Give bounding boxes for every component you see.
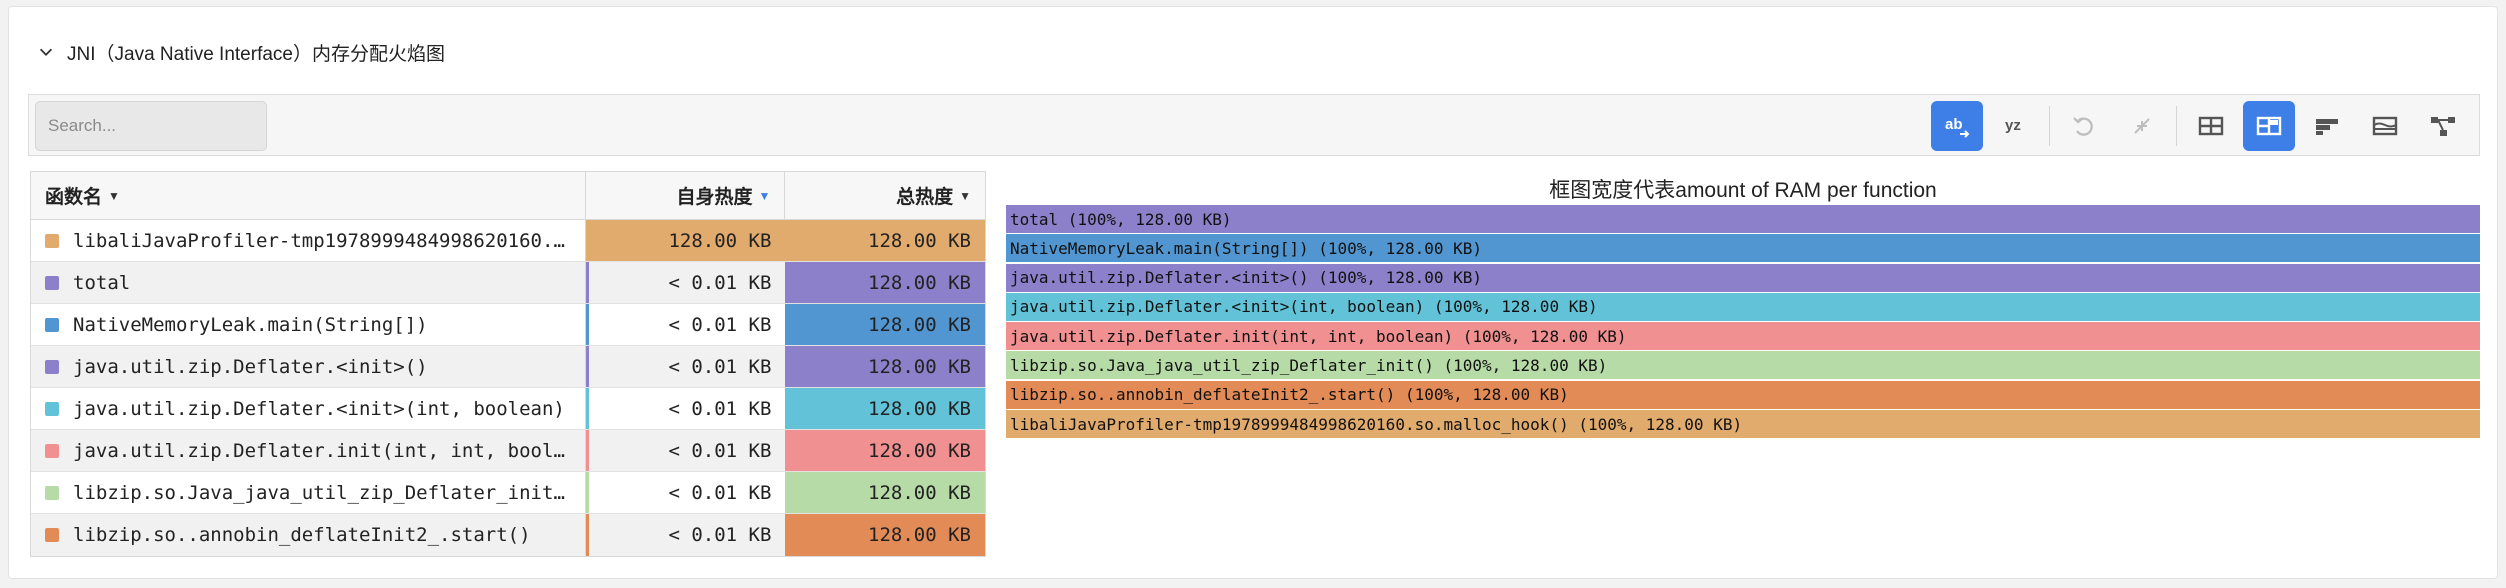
total-heat-cell: 128.00 KB bbox=[785, 388, 985, 429]
function-name-cell: java.util.zip.Deflater.<init>(int, boole… bbox=[31, 388, 586, 429]
flame-frame[interactable]: libaliJavaProfiler-tmp197899948499862016… bbox=[1006, 410, 2480, 439]
svg-text:ab: ab bbox=[1945, 116, 1963, 133]
table-view-button[interactable] bbox=[2185, 101, 2237, 151]
column-header-name-label: 函数名 bbox=[45, 187, 103, 208]
compress-button[interactable] bbox=[2116, 101, 2168, 151]
total-heat-cell: 128.00 KB bbox=[785, 430, 985, 471]
flame-graph: total (100%, 128.00 KB) NativeMemoryLeak.… bbox=[1006, 205, 2480, 439]
flame-graph-title: 框图宽度代表amount of RAM per function bbox=[1549, 179, 1937, 202]
color-swatch bbox=[45, 275, 59, 290]
table-header: 函数名 ▼ 自身热度 ▼ 总热度 ▼ bbox=[31, 172, 985, 220]
color-swatch bbox=[45, 317, 59, 332]
toolbar: ab yz bbox=[28, 94, 2480, 156]
undo-button[interactable] bbox=[2058, 101, 2110, 151]
table-body: libaliJavaProfiler-tmp197899948499862016… bbox=[31, 220, 985, 556]
table-row[interactable]: java.util.zip.Deflater.<init>() < 0.01 KB… bbox=[31, 346, 985, 388]
chevron-down-icon[interactable] bbox=[35, 41, 57, 63]
color-swatch bbox=[45, 359, 59, 374]
function-name: java.util.zip.Deflater.<init>(int, boole… bbox=[73, 397, 565, 420]
table-row[interactable]: java.util.zip.Deflater.init(int, int, bo… bbox=[31, 430, 985, 472]
function-name: libzip.so.Java_java_util_zip_Deflater_in… bbox=[73, 481, 573, 504]
function-name: NativeMemoryLeak.main(String[]) bbox=[73, 313, 428, 336]
table-row[interactable]: NativeMemoryLeak.main(String[]) < 0.01 KB… bbox=[31, 304, 985, 346]
function-name: java.util.zip.Deflater.<init>() bbox=[73, 355, 428, 378]
self-heat-cell: < 0.01 KB bbox=[585, 262, 786, 303]
self-heat-cell: 128.00 KB bbox=[585, 220, 786, 261]
compress-icon bbox=[2134, 118, 2150, 134]
flame-frame[interactable]: java.util.zip.Deflater.<init>(int, boole… bbox=[1006, 292, 2480, 321]
function-name-cell: NativeMemoryLeak.main(String[]) bbox=[31, 304, 586, 345]
total-heat-cell: 128.00 KB bbox=[785, 514, 985, 556]
self-heat-cell: < 0.01 KB bbox=[585, 346, 786, 387]
flame-frame[interactable]: java.util.zip.Deflater.init(int, int, bo… bbox=[1006, 322, 2480, 351]
flame-frame[interactable]: libzip.so.Java_java_util_zip_Deflater_in… bbox=[1006, 351, 2480, 380]
function-name-cell: libaliJavaProfiler-tmp197899948499862016… bbox=[31, 220, 586, 261]
flame-frame[interactable]: libzip.so..annobin_deflateInit2_.start()… bbox=[1006, 380, 2480, 409]
sort-caret-icon: ▼ bbox=[108, 188, 120, 203]
flame-frame[interactable]: java.util.zip.Deflater.<init>() (100%, 1… bbox=[1006, 263, 2480, 292]
sort-caret-icon: ▼ bbox=[959, 188, 971, 203]
call-tree-icon bbox=[2431, 117, 2455, 136]
function-name-cell: libzip.so.Java_java_util_zip_Deflater_in… bbox=[31, 472, 586, 513]
total-heat-cell: 128.00 KB bbox=[785, 346, 985, 387]
self-heat-cell: < 0.01 KB bbox=[585, 388, 786, 429]
section-header[interactable]: JNI（Java Native Interface）内存分配火焰图 bbox=[35, 37, 445, 67]
self-heat-cell: < 0.01 KB bbox=[585, 472, 786, 513]
self-heat-cell: < 0.01 KB bbox=[585, 304, 786, 345]
column-header-self[interactable]: 自身热度 ▼ bbox=[586, 172, 786, 219]
color-swatch bbox=[45, 528, 59, 542]
table-flame-view-button[interactable] bbox=[2243, 101, 2295, 151]
function-name-cell: java.util.zip.Deflater.<init>() bbox=[31, 346, 586, 387]
functions-table: 函数名 ▼ 自身热度 ▼ 总热度 ▼ libaliJavaProfiler-tmp19… bbox=[30, 171, 986, 557]
ab-icon: ab bbox=[1945, 116, 1970, 138]
yz-button[interactable]: yz bbox=[1989, 101, 2041, 151]
yz-icon: yz bbox=[2005, 117, 2021, 134]
sandwich-icon bbox=[2372, 116, 2398, 136]
table-view-icon bbox=[2198, 116, 2224, 136]
svg-text:yz: yz bbox=[2005, 117, 2021, 134]
flame-graph-icon bbox=[2316, 119, 2338, 135]
call-tree-button[interactable] bbox=[2417, 101, 2469, 151]
function-name-cell: total bbox=[31, 262, 586, 303]
toolbar-separator bbox=[2176, 106, 2177, 146]
table-row[interactable]: libaliJavaProfiler-tmp197899948499862016… bbox=[31, 220, 985, 262]
table-row[interactable]: total < 0.01 KB 128.00 KB bbox=[31, 262, 985, 304]
function-name: total bbox=[73, 271, 131, 294]
function-name-cell: libzip.so..annobin_deflateInit2_.start() bbox=[31, 514, 586, 556]
undo-icon bbox=[2073, 117, 2093, 136]
toolbar-separator bbox=[2049, 106, 2050, 146]
table-row[interactable]: java.util.zip.Deflater.<init>(int, boole… bbox=[31, 388, 985, 430]
search-input[interactable] bbox=[35, 101, 267, 151]
color-swatch bbox=[45, 401, 59, 416]
flame-frame[interactable]: total (100%, 128.00 KB) bbox=[1006, 205, 2480, 233]
column-header-total[interactable]: 总热度 ▼ bbox=[785, 172, 985, 219]
total-heat-cell: 128.00 KB bbox=[785, 220, 985, 261]
total-heat-cell: 128.00 KB bbox=[785, 304, 985, 345]
sort-caret-active-icon: ▼ bbox=[758, 188, 771, 203]
ab-match-case-button[interactable]: ab bbox=[1931, 101, 1983, 151]
column-header-name[interactable]: 函数名 ▼ bbox=[31, 172, 586, 219]
total-heat-cell: 128.00 KB bbox=[785, 472, 985, 513]
color-swatch bbox=[45, 443, 59, 458]
sandwich-button[interactable] bbox=[2359, 101, 2411, 151]
table-row[interactable]: libzip.so.Java_java_util_zip_Deflater_in… bbox=[31, 472, 985, 514]
color-swatch bbox=[45, 485, 59, 500]
table-row[interactable]: libzip.so..annobin_deflateInit2_.start()… bbox=[31, 514, 985, 556]
function-name: libzip.so..annobin_deflateInit2_.start() bbox=[73, 524, 531, 546]
self-heat-cell: < 0.01 KB bbox=[585, 430, 786, 471]
function-name: libaliJavaProfiler-tmp197899948499862016… bbox=[73, 229, 573, 252]
self-heat-cell: < 0.01 KB bbox=[585, 514, 786, 556]
total-heat-cell: 128.00 KB bbox=[785, 262, 985, 303]
flame-graph-button[interactable] bbox=[2301, 101, 2353, 151]
flame-frame[interactable]: NativeMemoryLeak.main(String[]) (100%, 1… bbox=[1006, 234, 2480, 263]
section-title: JNI（Java Native Interface）内存分配火焰图 bbox=[67, 43, 445, 65]
function-name-cell: java.util.zip.Deflater.init(int, int, bo… bbox=[31, 430, 586, 471]
function-name: java.util.zip.Deflater.init(int, int, bo… bbox=[73, 439, 573, 462]
color-swatch bbox=[45, 233, 59, 248]
column-header-total-label: 总热度 bbox=[896, 187, 954, 208]
table-flame-view-icon bbox=[2256, 116, 2282, 136]
column-header-self-label: 自身热度 bbox=[676, 187, 753, 208]
toolbar-buttons: ab yz bbox=[1925, 101, 2469, 151]
